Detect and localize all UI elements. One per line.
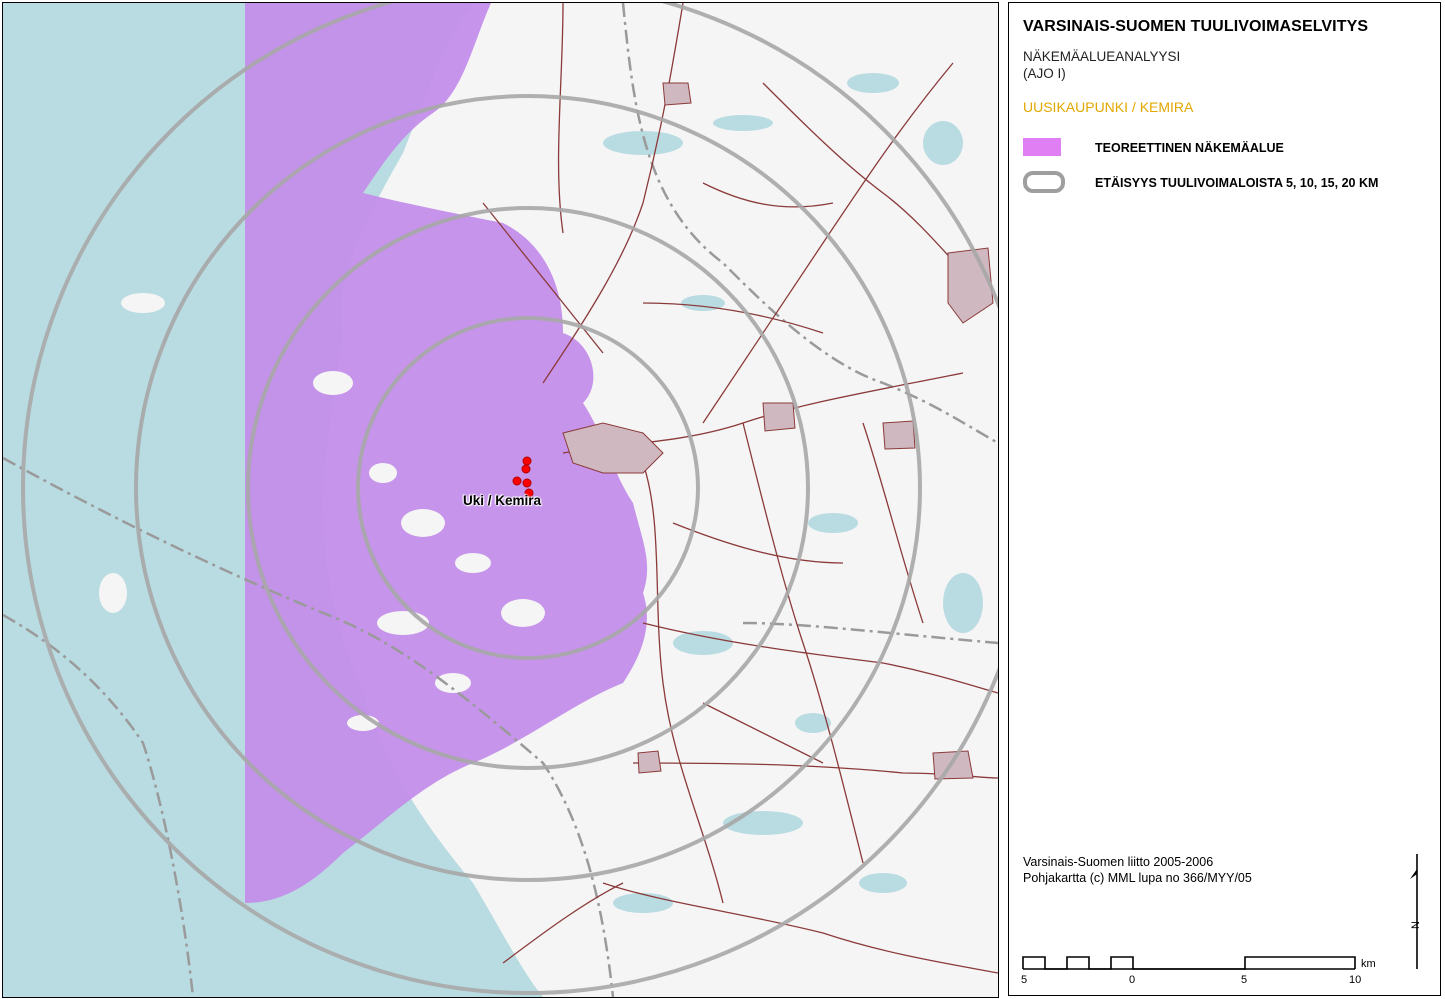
scale-bar-graphic	[1022, 956, 1356, 970]
credits: Varsinais-Suomen liitto 2005-2006 Pohjak…	[1023, 854, 1252, 886]
turbine-2	[521, 464, 531, 474]
map-frame[interactable]: Uki / Kemira	[2, 2, 999, 998]
turbine-3	[512, 476, 522, 486]
credits-line-2: Pohjakartta (c) MML lupa no 366/MYY/05	[1023, 871, 1252, 885]
map-title: VARSINAIS-SUOMEN TUULIVOIMASELVITYS	[1023, 18, 1369, 35]
legend-panel: VARSINAIS-SUOMEN TUULIVOIMASELVITYS NÄKE…	[1008, 2, 1441, 996]
visibility-swatch	[1023, 138, 1061, 156]
scale-bar: 5 0 5 10 km	[1019, 953, 1389, 993]
legend-label-visibility: TEOREETTINEN NÄKEMÄALUE	[1095, 141, 1284, 155]
scale-tick-left: 5	[1021, 974, 1028, 986]
north-label: N	[1410, 921, 1422, 929]
scale-tick-ten: 10	[1349, 974, 1362, 986]
north-arrow-icon: N	[1410, 854, 1422, 969]
scale-tick-zero: 0	[1129, 974, 1136, 986]
area-title: UUSIKAUPUNKI / KEMIRA	[1023, 99, 1194, 115]
ring-swatch	[1023, 171, 1065, 193]
turbine-1	[522, 456, 532, 466]
turbine-4	[522, 478, 532, 488]
legend-label-rings: ETÄISYYS TUULIVOIMALOISTA 5, 10, 15, 20 …	[1095, 176, 1379, 190]
scale-tick-five: 5	[1241, 974, 1248, 986]
scale-unit: km	[1361, 958, 1376, 970]
map-run-label: (AJO I)	[1023, 66, 1066, 81]
map-subtitle: NÄKEMÄALUEANALYYSI	[1023, 49, 1181, 64]
site-label: Uki / Kemira	[463, 493, 542, 508]
credits-line-1: Varsinais-Suomen liitto 2005-2006	[1023, 855, 1214, 869]
